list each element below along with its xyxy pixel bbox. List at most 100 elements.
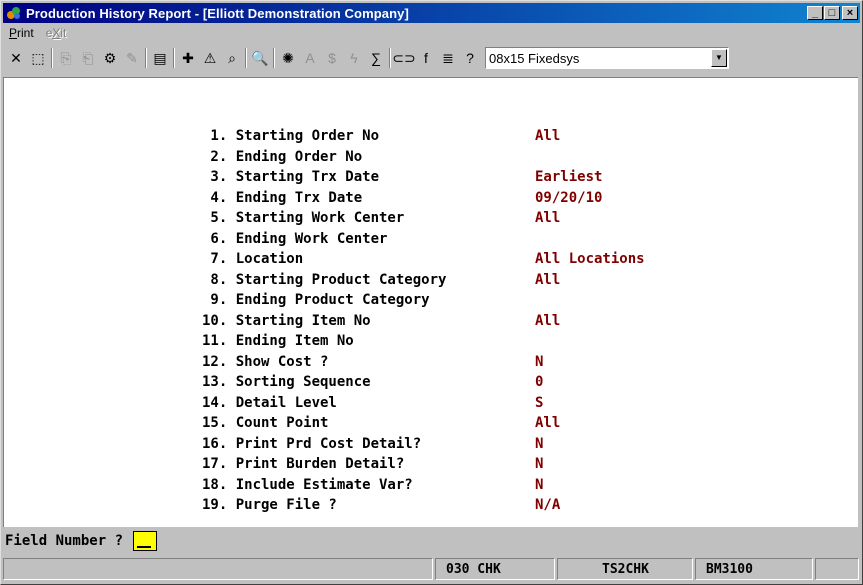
field-value: Earliest <box>535 169 603 185</box>
field-row: 7. Location All Locations <box>202 251 645 271</box>
toolbar: ✕ ⬚ ⎘ ⎗ ⚙ ✎ ▤ ✚ ⚠ ⌕ 🔍 ✺ A $ ϟ ∑ ⊂⊃ f ≣? 08x15 Fixedsys ▼ <box>3 44 860 72</box>
field-value: All <box>535 415 561 431</box>
field-number-prompt: Field Number ? <box>5 532 124 549</box>
report-options-screen: 1. Starting Order No All 2. Ending Order … <box>3 77 858 527</box>
field-row: 4. Ending Trx Date 09/20/10 <box>202 190 602 210</box>
field-label: 1. Starting Order No <box>202 128 380 144</box>
help-pointer-icon[interactable]: ? <box>459 47 481 69</box>
field-row: 13. Sorting Sequence 0 <box>202 374 543 394</box>
lightning-icon[interactable]: ϟ <box>343 47 365 69</box>
field-label: 7. Location <box>202 251 304 267</box>
field-value: N <box>535 435 544 452</box>
function-icon[interactable]: f <box>415 47 437 69</box>
link-icon[interactable]: ⊂⊃ <box>392 47 415 69</box>
toolbar-separator <box>245 48 247 68</box>
field-label: 18. Include Estimate Var? <box>202 476 413 493</box>
field-label: 19. Purge File ? <box>202 497 337 513</box>
field-label: 17. Print Burden Detail? <box>202 456 405 472</box>
title-bar: Production History Report - [Elliott Dem… <box>3 3 860 23</box>
field-row: 17. Print Burden Detail? N <box>202 456 543 476</box>
menu-bar: Print eXit <box>3 24 860 42</box>
field-label: 16. Print Prd Cost Detail? <box>202 435 422 452</box>
field-value: All <box>535 271 561 288</box>
maximize-button[interactable]: □ <box>824 6 840 20</box>
field-row: 10. Starting Item No All <box>202 313 560 333</box>
app-icon <box>6 5 22 21</box>
field-value: N <box>535 456 544 472</box>
field-label: 3. Starting Trx Date <box>202 169 380 185</box>
field-label: 9. Ending Product Category <box>202 292 430 308</box>
field-row: 12. Show Cost ? N <box>202 354 543 374</box>
field-label: 12. Show Cost ? <box>202 353 329 370</box>
list-icon[interactable]: ≣ <box>437 47 459 69</box>
field-row: 15. Count Point All <box>202 415 560 435</box>
status-panel-extra <box>815 558 859 580</box>
field-value: N <box>535 476 544 493</box>
field-value: 09/20/10 <box>535 189 603 206</box>
paste-icon[interactable]: ⎗ <box>77 47 99 69</box>
field-number-input[interactable] <box>133 530 158 551</box>
field-value: All <box>535 128 561 144</box>
document-icon[interactable]: ▤ <box>149 47 171 69</box>
prompt-bar: Field Number ? <box>3 528 858 553</box>
status-bar: 030 CHK TS2CHK BM3100 <box>3 557 860 581</box>
settings-icon[interactable]: ⚙ <box>99 47 121 69</box>
toolbar-separator <box>145 48 147 68</box>
find-icon[interactable]: 🔍 <box>249 47 271 69</box>
menu-item-print[interactable]: Print <box>3 26 40 40</box>
font-select-value: 08x15 Fixedsys <box>489 50 580 66</box>
toolbar-separator <box>173 48 175 68</box>
binoculars-icon[interactable]: ⌕ <box>221 47 243 69</box>
window-title: Production History Report - [Elliott Dem… <box>26 5 409 21</box>
field-label: 6. Ending Work Center <box>202 230 388 247</box>
field-value: N <box>535 353 544 370</box>
warning-icon[interactable]: ⚠ <box>199 47 221 69</box>
money-icon[interactable]: $ <box>321 47 343 69</box>
minimize-button[interactable]: _ <box>807 6 823 20</box>
field-row: 18. Include Estimate Var? N <box>202 477 543 497</box>
chevron-down-icon[interactable]: ▼ <box>711 49 727 67</box>
app-window: Production History Report - [Elliott Dem… <box>0 0 863 585</box>
close-button[interactable]: × <box>842 6 858 20</box>
toolbar-separator <box>273 48 275 68</box>
status-panel-message <box>3 558 433 580</box>
new-record-icon[interactable]: ✚ <box>177 47 199 69</box>
select-icon[interactable]: ⬚ <box>27 47 49 69</box>
field-row: 8. Starting Product Category All <box>202 272 560 292</box>
field-row: 16. Print Prd Cost Detail? N <box>202 436 543 456</box>
field-value: 0 <box>535 374 544 390</box>
status-panel-company: 030 CHK <box>435 558 555 580</box>
calc-icon[interactable]: ∑ <box>365 47 387 69</box>
text-icon[interactable]: A <box>299 47 321 69</box>
field-label: 5. Starting Work Center <box>202 210 405 226</box>
field-row: 5. Starting Work Center All <box>202 210 560 230</box>
field-value: All <box>535 210 561 226</box>
toolbar-separator <box>389 48 391 68</box>
font-select[interactable]: 08x15 Fixedsys ▼ <box>485 47 729 69</box>
field-value: N/A <box>535 497 561 513</box>
field-row: 1. Starting Order No All <box>202 128 560 148</box>
close-icon[interactable]: ✕ <box>5 47 27 69</box>
field-label: 15. Count Point <box>202 415 329 431</box>
toolbar-separator <box>51 48 53 68</box>
field-label: 2. Ending Order No <box>202 148 363 165</box>
color-icon[interactable]: ✺ <box>277 47 299 69</box>
field-row: 11. Ending Item No <box>202 333 535 353</box>
field-row: 6. Ending Work Center <box>202 231 535 251</box>
field-label: 8. Starting Product Category <box>202 271 447 288</box>
menu-item-exit[interactable]: eXit <box>40 26 73 40</box>
field-label: 11. Ending Item No <box>202 333 354 349</box>
field-row: 3. Starting Trx Date Earliest <box>202 169 602 189</box>
field-label: 14. Detail Level <box>202 394 337 411</box>
field-label: 10. Starting Item No <box>202 312 371 329</box>
properties-icon[interactable]: ✎ <box>121 47 143 69</box>
field-row: 2. Ending Order No <box>202 149 535 169</box>
copy-icon[interactable]: ⎘ <box>55 47 77 69</box>
status-panel-terminal: TS2CHK <box>557 558 693 580</box>
field-label: 4. Ending Trx Date <box>202 189 363 206</box>
field-value: All Locations <box>535 251 645 267</box>
field-label: 13. Sorting Sequence <box>202 374 371 390</box>
field-row: 19. Purge File ? N/A <box>202 497 560 517</box>
field-value: All <box>535 312 561 329</box>
field-row: 14. Detail Level S <box>202 395 543 415</box>
